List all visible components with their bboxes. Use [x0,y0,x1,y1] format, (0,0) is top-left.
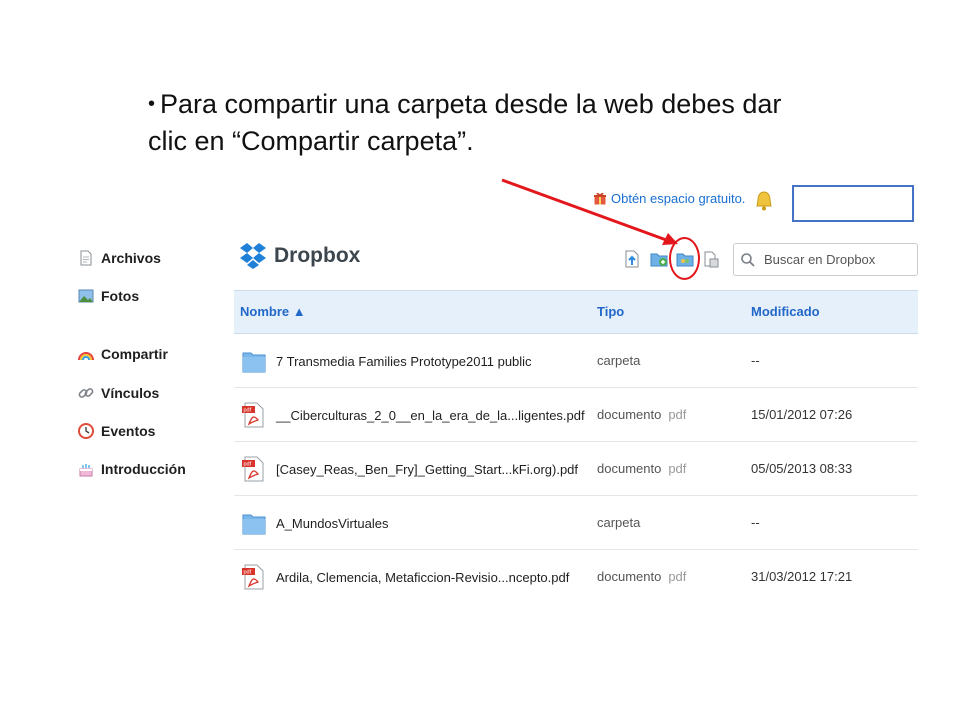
sidebar-item-label: Eventos [101,423,156,439]
file-ext: pdf [668,461,687,476]
dropbox-box-icon [240,243,266,269]
file-ext: pdf [668,569,687,584]
file-type: carpeta [597,515,641,530]
notification-bell-icon[interactable] [754,190,774,212]
table-row[interactable]: A_MundosVirtuales carpeta -- [234,496,918,550]
column-header-modified[interactable]: Modificado [751,304,820,319]
file-table: Nombre ▲ Tipo Modificado 7 Transmedia Fa… [234,290,918,603]
file-modified: 15/01/2012 07:26 [751,407,853,422]
file-type: carpeta [597,353,641,368]
pdf-icon: pdf [242,456,264,482]
instruction-text: • Para compartir una carpeta desde la we… [148,86,848,160]
folder-icon [242,514,266,535]
free-space-label: Obtén espacio gratuito. [611,191,746,206]
free-space-link[interactable]: Obtén espacio gratuito. [594,191,745,206]
search-box[interactable] [733,243,918,276]
file-type: documento [597,407,662,422]
file-name[interactable]: __Ciberculturas_2_0__en_la_era_de_la...l… [276,408,585,423]
sidebar-item-fotos[interactable]: Fotos [78,288,139,304]
instruction-line-1: Para compartir una carpeta desde la web … [160,89,782,119]
file-modified: -- [751,353,760,368]
gift-icon [594,192,606,205]
svg-text:pdf: pdf [244,408,252,414]
file-modified: 31/03/2012 17:21 [751,569,853,584]
clock-icon [78,423,94,439]
svg-text:pdf: pdf [244,570,252,576]
sidebar-item-label: Introducción [101,461,186,477]
table-row[interactable]: pdf Ardila, Clemencia, Metaficcion-Revis… [234,550,918,603]
bullet: • [148,93,156,115]
file-ext: pdf [668,407,687,422]
dropbox-logo[interactable]: Dropbox [240,242,360,270]
instruction-line-2: clic en “Compartir carpeta”. [148,126,474,156]
delete-icon[interactable] [702,248,720,268]
annotation-box [792,185,914,222]
file-type: documento [597,569,662,584]
sidebar-item-label: Compartir [101,346,168,362]
file-name[interactable]: A_MundosVirtuales [276,516,389,531]
app-title: Dropbox [274,244,361,267]
search-input[interactable] [762,251,916,268]
column-header-type[interactable]: Tipo [597,304,624,319]
folder-icon [242,352,266,373]
rainbow-icon [78,352,94,361]
table-row[interactable]: pdf __Ciberculturas_2_0__en_la_era_de_la… [234,388,918,442]
column-header-name[interactable]: Nombre ▲ [240,304,306,319]
sidebar-item-eventos[interactable]: Eventos [78,423,155,439]
file-name[interactable]: Ardila, Clemencia, Metaficcion-Revisio..… [276,570,569,585]
file-name[interactable]: [Casey_Reas,_Ben_Fry]_Getting_Start...kF… [276,462,578,477]
sidebar-item-archivos[interactable]: Archivos [78,250,161,266]
table-header: Nombre ▲ Tipo Modificado [234,290,918,334]
sidebar-item-vinculos[interactable]: Vínculos [78,385,159,401]
link-icon [78,388,94,398]
pdf-icon: pdf [242,564,264,590]
file-modified: -- [751,515,760,530]
upload-icon[interactable] [624,248,642,268]
sidebar-item-label: Fotos [101,288,140,304]
cake-icon [79,464,93,477]
sidebar-item-introduccion[interactable]: Introducción [78,461,186,477]
svg-text:pdf: pdf [244,462,252,468]
table-row[interactable]: pdf [Casey_Reas,_Ben_Fry]_Getting_Start.… [234,442,918,496]
sidebar-item-label: Vínculos [101,385,160,401]
annotation-circle [669,237,700,280]
search-icon [741,252,755,267]
pdf-icon: pdf [242,402,264,428]
photo-icon [78,289,94,303]
document-icon [80,250,92,266]
sidebar-item-compartir[interactable]: Compartir [78,346,168,362]
new-folder-icon[interactable] [650,248,668,268]
table-row[interactable]: 7 Transmedia Families Prototype2011 publ… [234,334,918,388]
file-modified: 05/05/2013 08:33 [751,461,853,476]
file-name[interactable]: 7 Transmedia Families Prototype2011 publ… [276,354,532,369]
file-type: documento [597,461,662,476]
sidebar-item-label: Archivos [101,250,161,266]
